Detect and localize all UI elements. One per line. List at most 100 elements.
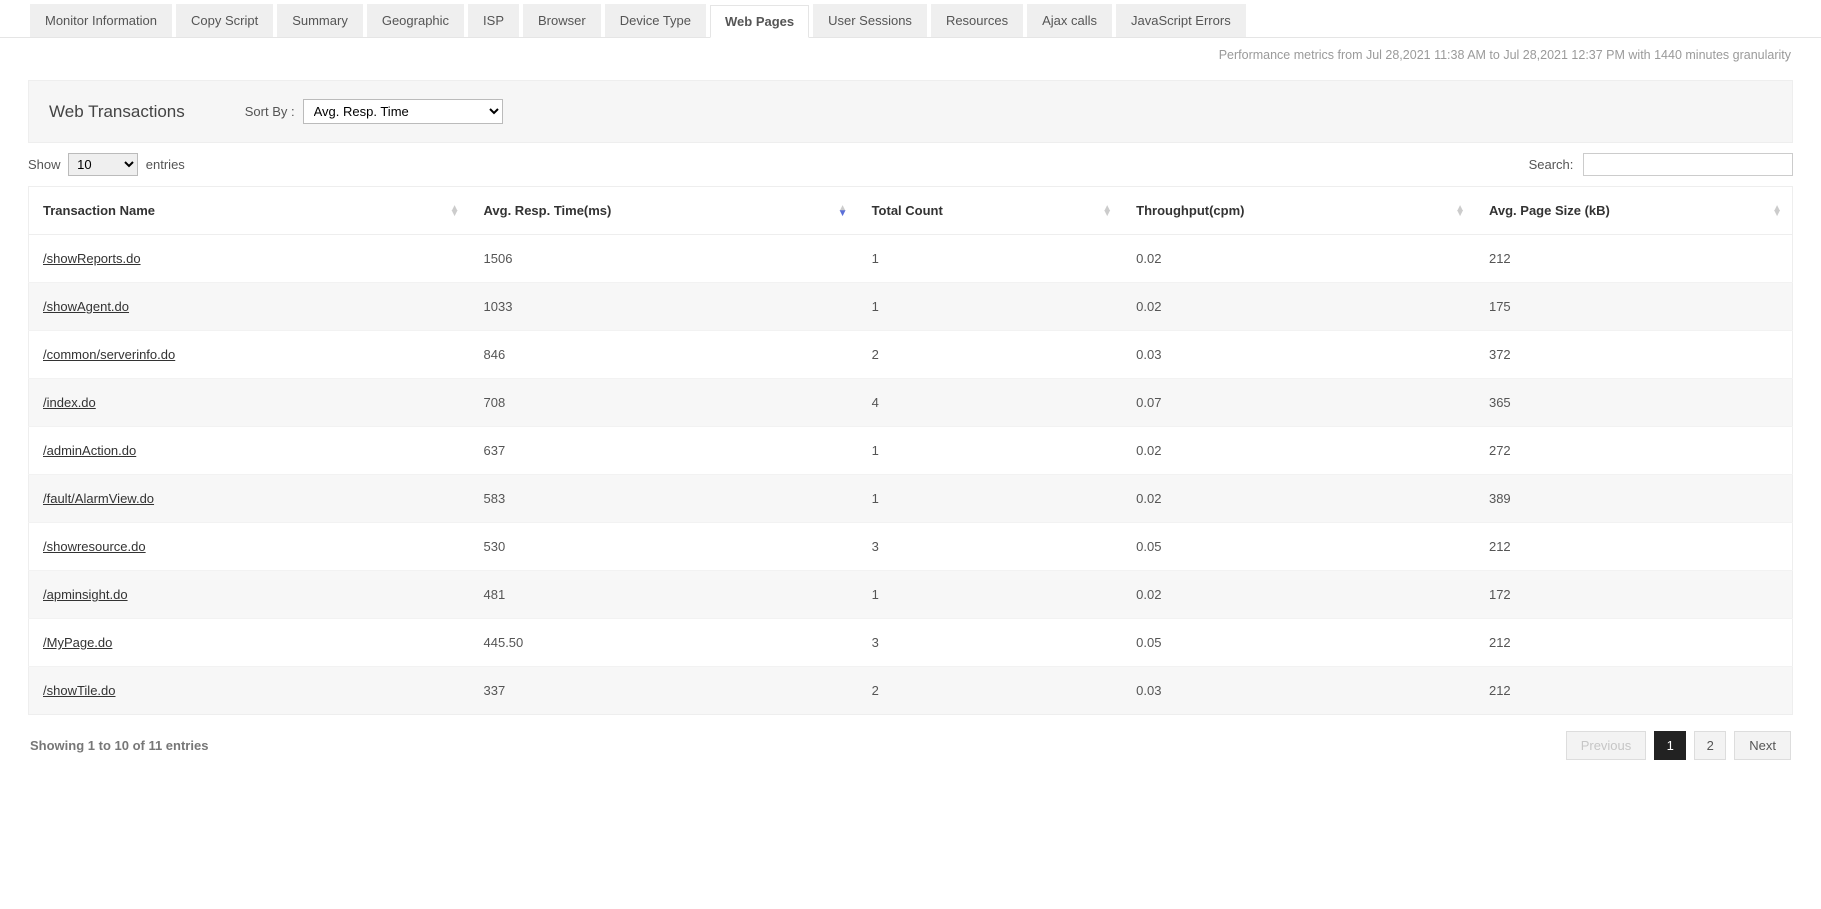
table-controls: Show 10 entries Search: <box>28 143 1793 186</box>
cell-count: 2 <box>858 667 1123 715</box>
cell-count: 3 <box>858 619 1123 667</box>
cell-size: 389 <box>1475 475 1793 523</box>
cell-size: 175 <box>1475 283 1793 331</box>
cell-throughput: 0.02 <box>1122 283 1475 331</box>
cell-throughput: 0.07 <box>1122 379 1475 427</box>
cell-throughput: 0.02 <box>1122 571 1475 619</box>
entries-label: entries <box>146 157 185 172</box>
table-row: /fault/AlarmView.do 58310.02389 <box>29 475 1793 523</box>
cell-resp: 481 <box>470 571 858 619</box>
col-avg-resp-time[interactable]: Avg. Resp. Time(ms) ▲▼ <box>470 187 858 235</box>
search-label: Search: <box>1529 157 1574 172</box>
prev-button[interactable]: Previous <box>1566 731 1647 760</box>
col-throughput[interactable]: Throughput(cpm) ▲▼ <box>1122 187 1475 235</box>
cell-resp: 1033 <box>470 283 858 331</box>
tab-javascript-errors[interactable]: JavaScript Errors <box>1116 4 1246 37</box>
sort-by-label: Sort By : <box>245 104 295 119</box>
tab-ajax-calls[interactable]: Ajax calls <box>1027 4 1112 37</box>
cell-throughput: 0.05 <box>1122 619 1475 667</box>
table-row: /showTile.do 33720.03212 <box>29 667 1793 715</box>
cell-count: 3 <box>858 523 1123 571</box>
transaction-link[interactable]: /adminAction.do <box>43 443 136 458</box>
tab-web-pages[interactable]: Web Pages <box>710 5 809 38</box>
cell-resp: 1506 <box>470 235 858 283</box>
entries-control: Show 10 entries <box>28 153 185 176</box>
tab-browser[interactable]: Browser <box>523 4 601 37</box>
cell-count: 4 <box>858 379 1123 427</box>
cell-resp: 846 <box>470 331 858 379</box>
col-total-count[interactable]: Total Count ▲▼ <box>858 187 1123 235</box>
sort-by-select[interactable]: Avg. Resp. Time <box>303 99 503 124</box>
table-row: /adminAction.do63710.02272 <box>29 427 1793 475</box>
cell-throughput: 0.03 <box>1122 331 1475 379</box>
cell-size: 372 <box>1475 331 1793 379</box>
table-footer: Showing 1 to 10 of 11 entries Previous 1… <box>28 715 1793 764</box>
cell-throughput: 0.02 <box>1122 427 1475 475</box>
col-page-size[interactable]: Avg. Page Size (kB) ▲▼ <box>1475 187 1793 235</box>
tab-summary[interactable]: Summary <box>277 4 363 37</box>
transaction-link[interactable]: /showresource.do <box>43 539 146 554</box>
cell-throughput: 0.02 <box>1122 475 1475 523</box>
cell-count: 1 <box>858 235 1123 283</box>
table-row: /showReports.do 150610.02212 <box>29 235 1793 283</box>
cell-size: 212 <box>1475 667 1793 715</box>
transaction-link[interactable]: /common/serverinfo.do <box>43 347 175 362</box>
entries-info: Showing 1 to 10 of 11 entries <box>30 738 208 753</box>
pagination: Previous 12 Next <box>1566 731 1791 760</box>
cell-throughput: 0.03 <box>1122 667 1475 715</box>
page-1[interactable]: 1 <box>1654 731 1686 760</box>
cell-size: 365 <box>1475 379 1793 427</box>
sort-icon: ▲▼ <box>1102 206 1112 216</box>
search-input[interactable] <box>1583 153 1793 176</box>
cell-count: 2 <box>858 331 1123 379</box>
table-row: /showAgent.do 103310.02175 <box>29 283 1793 331</box>
transaction-link[interactable]: /showTile.do <box>43 683 116 698</box>
tab-geographic[interactable]: Geographic <box>367 4 464 37</box>
tabs-bar: Monitor InformationCopy ScriptSummaryGeo… <box>0 0 1821 38</box>
tab-monitor-information[interactable]: Monitor Information <box>30 4 172 37</box>
cell-throughput: 0.02 <box>1122 235 1475 283</box>
entries-select[interactable]: 10 <box>68 153 138 176</box>
metrics-timestamp: Performance metrics from Jul 28,2021 11:… <box>0 38 1821 80</box>
cell-resp: 530 <box>470 523 858 571</box>
sort-icon: ▲▼ <box>1455 206 1465 216</box>
panel-title: Web Transactions <box>49 102 185 122</box>
page-2[interactable]: 2 <box>1694 731 1726 760</box>
tab-copy-script[interactable]: Copy Script <box>176 4 273 37</box>
transaction-link[interactable]: /apminsight.do <box>43 587 128 602</box>
cell-resp: 637 <box>470 427 858 475</box>
sort-icon: ▲▼ <box>450 206 460 216</box>
transaction-link[interactable]: /showReports.do <box>43 251 141 266</box>
show-label: Show <box>28 157 61 172</box>
cell-count: 1 <box>858 571 1123 619</box>
sort-icon: ▲▼ <box>838 206 848 216</box>
table-row: /common/serverinfo.do 84620.03372 <box>29 331 1793 379</box>
tab-device-type[interactable]: Device Type <box>605 4 706 37</box>
cell-size: 172 <box>1475 571 1793 619</box>
tab-resources[interactable]: Resources <box>931 4 1023 37</box>
table-row: /index.do 70840.07365 <box>29 379 1793 427</box>
next-button[interactable]: Next <box>1734 731 1791 760</box>
tab-user-sessions[interactable]: User Sessions <box>813 4 927 37</box>
cell-resp: 583 <box>470 475 858 523</box>
transaction-link[interactable]: /fault/AlarmView.do <box>43 491 154 506</box>
cell-size: 212 <box>1475 523 1793 571</box>
tab-isp[interactable]: ISP <box>468 4 519 37</box>
cell-resp: 337 <box>470 667 858 715</box>
transaction-link[interactable]: /showAgent.do <box>43 299 129 314</box>
panel-header: Web Transactions Sort By : Avg. Resp. Ti… <box>28 80 1793 143</box>
cell-count: 1 <box>858 283 1123 331</box>
cell-resp: 708 <box>470 379 858 427</box>
cell-size: 212 <box>1475 619 1793 667</box>
col-transaction-name[interactable]: Transaction Name ▲▼ <box>29 187 470 235</box>
cell-throughput: 0.05 <box>1122 523 1475 571</box>
cell-resp: 445.50 <box>470 619 858 667</box>
cell-count: 1 <box>858 427 1123 475</box>
cell-size: 212 <box>1475 235 1793 283</box>
transaction-link[interactable]: /index.do <box>43 395 96 410</box>
content-area: Web Transactions Sort By : Avg. Resp. Ti… <box>0 80 1821 784</box>
transaction-link[interactable]: /MyPage.do <box>43 635 112 650</box>
cell-count: 1 <box>858 475 1123 523</box>
table-row: /apminsight.do 48110.02172 <box>29 571 1793 619</box>
table-row: /showresource.do 53030.05212 <box>29 523 1793 571</box>
